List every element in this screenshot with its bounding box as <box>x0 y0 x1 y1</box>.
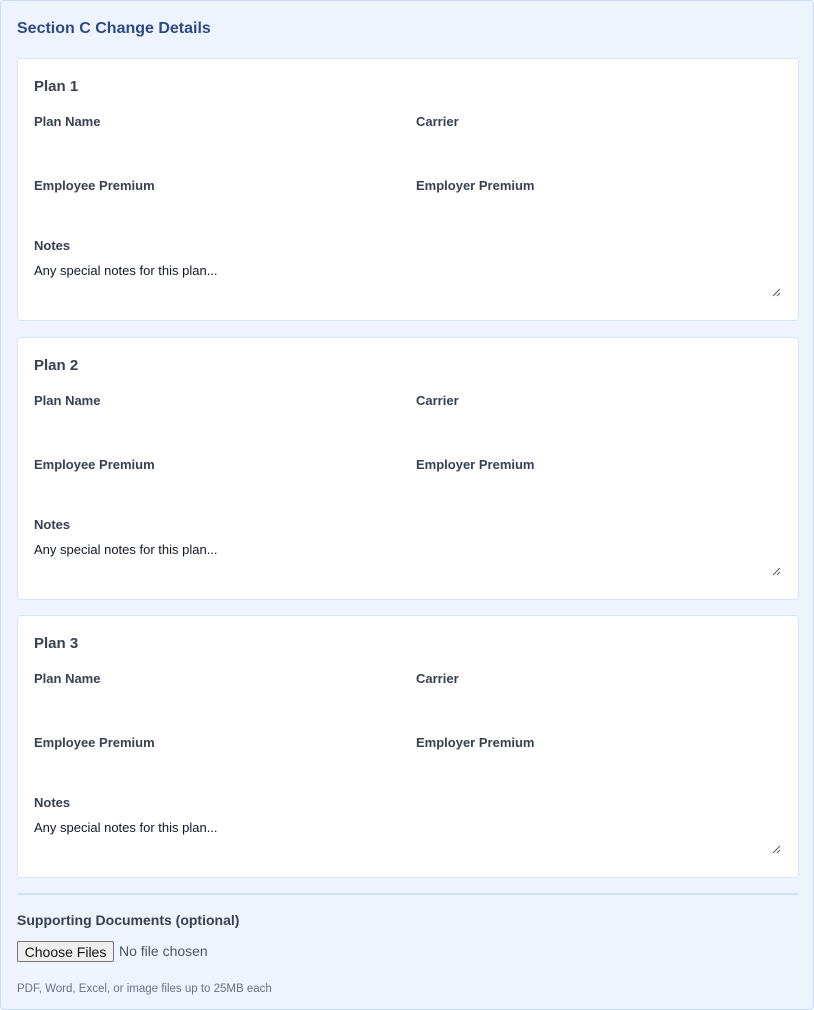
employer-premium-input[interactable] <box>416 197 770 223</box>
employee-premium-input[interactable] <box>34 197 388 223</box>
carrier-input[interactable] <box>416 412 770 438</box>
resize-grip-icon[interactable] <box>772 567 781 576</box>
carrier-label: Carrier <box>416 393 459 408</box>
notes-textarea[interactable] <box>34 534 782 580</box>
notes-textarea[interactable] <box>34 255 782 301</box>
plan-title: Plan 1 <box>34 78 79 95</box>
supporting-documents-label: Supporting Documents (optional) <box>17 912 240 928</box>
plan-title: Plan 2 <box>34 357 79 374</box>
employee-premium-label: Employee Premium <box>34 178 155 193</box>
notes-label: Notes <box>34 238 71 253</box>
plan-title: Plan 3 <box>34 635 79 652</box>
notes-placeholder: Any special notes for this plan... <box>34 820 218 835</box>
carrier-input[interactable] <box>416 690 770 716</box>
plan-name-label: Plan Name <box>34 671 101 686</box>
plan-name-label: Plan Name <box>34 114 101 129</box>
carrier-input[interactable] <box>416 133 770 159</box>
plan-card-1: Plan 1 Plan Name Carrier Employee Premiu… <box>17 58 799 321</box>
notes-label: Notes <box>34 795 71 810</box>
section-divider <box>17 893 799 895</box>
plan-card-2: Plan 2 Plan Name Carrier Employee Premiu… <box>17 337 799 600</box>
plan-name-input[interactable] <box>34 690 388 716</box>
employer-premium-input[interactable] <box>416 476 770 502</box>
employee-premium-label: Employee Premium <box>34 735 155 750</box>
resize-grip-icon[interactable] <box>772 288 781 297</box>
notes-placeholder: Any special notes for this plan... <box>34 542 218 557</box>
carrier-label: Carrier <box>416 114 459 129</box>
employer-premium-label: Employer Premium <box>416 735 535 750</box>
choose-files-button[interactable]: Choose Files <box>17 941 114 962</box>
section-title: Section C Change Details <box>17 20 211 37</box>
notes-placeholder: Any special notes for this plan... <box>34 263 218 278</box>
employee-premium-input[interactable] <box>34 476 388 502</box>
employer-premium-input[interactable] <box>416 754 770 780</box>
plan-name-input[interactable] <box>34 133 388 159</box>
file-help-text: PDF, Word, Excel, or image files up to 2… <box>17 983 272 995</box>
employer-premium-label: Employer Premium <box>416 178 535 193</box>
section-c-change-details: Section C Change Details Plan 1 Plan Nam… <box>0 0 814 1010</box>
notes-label: Notes <box>34 517 71 532</box>
employee-premium-label: Employee Premium <box>34 457 155 472</box>
carrier-label: Carrier <box>416 671 459 686</box>
employee-premium-input[interactable] <box>34 754 388 780</box>
plan-name-label: Plan Name <box>34 393 101 408</box>
plan-card-3: Plan 3 Plan Name Carrier Employee Premiu… <box>17 615 799 878</box>
plan-name-input[interactable] <box>34 412 388 438</box>
notes-textarea[interactable] <box>34 812 782 858</box>
employer-premium-label: Employer Premium <box>416 457 535 472</box>
resize-grip-icon[interactable] <box>772 845 781 854</box>
file-status-text: No file chosen <box>119 943 208 959</box>
